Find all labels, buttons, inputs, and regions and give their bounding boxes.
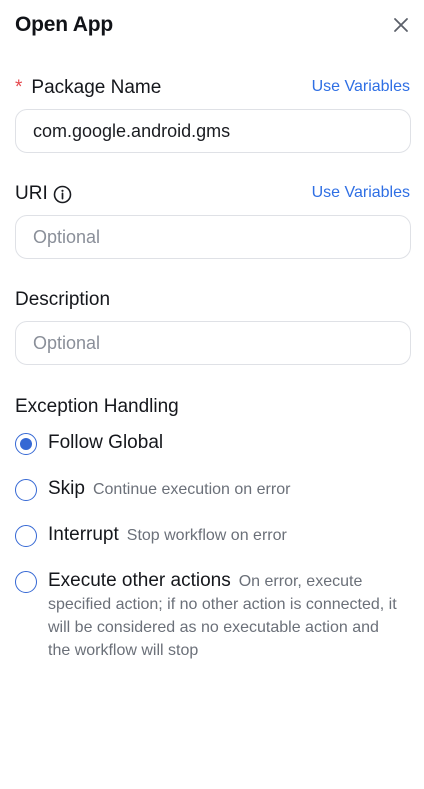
radio-option-interrupt[interactable]: Interrupt Stop workflow on error — [15, 524, 410, 547]
radio-option-skip[interactable]: Skip Continue execution on error — [15, 478, 410, 501]
radio-execute-other[interactable] — [15, 571, 37, 593]
radio-interrupt[interactable] — [15, 525, 37, 547]
exception-handling-section: Exception Handling Follow Global Skip Con… — [15, 395, 410, 662]
radio-option-follow-global[interactable]: Follow Global — [15, 432, 410, 455]
description-input[interactable]: Optional — [15, 321, 411, 365]
package-use-variables-link[interactable]: Use Variables — [312, 78, 410, 96]
package-name-field: * Package Name Use Variables com.google.… — [15, 76, 411, 153]
radio-label-execute-other: Execute other actions — [48, 570, 231, 591]
radio-follow-global[interactable] — [15, 433, 37, 455]
description-label: Description — [15, 289, 111, 310]
radio-selected-dot — [20, 438, 32, 450]
exception-handling-label: Exception Handling — [15, 396, 179, 417]
radio-skip[interactable] — [15, 479, 37, 501]
radio-option-execute-other[interactable]: Execute other actions On error, execute s… — [15, 570, 410, 662]
radio-label-skip: Skip — [48, 478, 85, 499]
radio-desc-execute-other-rest: specified action; if no other action is … — [48, 596, 397, 659]
panel-header: Open App — [15, 0, 410, 52]
package-name-input[interactable]: com.google.android.gms — [15, 109, 411, 153]
uri-label-text: URI — [15, 183, 48, 204]
info-icon[interactable] — [53, 185, 72, 204]
panel-title: Open App — [15, 13, 113, 36]
radio-desc-skip: Continue execution on error — [92, 481, 291, 498]
uri-label: URI — [15, 183, 72, 205]
close-button[interactable] — [389, 13, 413, 37]
required-mark: * — [15, 77, 23, 98]
radio-label-interrupt: Interrupt — [48, 524, 119, 545]
uri-input[interactable]: Optional — [15, 215, 411, 259]
radio-desc-interrupt: Stop workflow on error — [126, 527, 287, 544]
package-name-label: * Package Name — [15, 77, 161, 99]
close-icon — [394, 18, 408, 32]
radio-desc-execute-other-first: On error, execute — [238, 573, 363, 590]
package-name-label-text: Package Name — [31, 77, 162, 98]
uri-field: URI Use Variables Optional — [15, 182, 411, 259]
radio-label-follow-global: Follow Global — [48, 432, 164, 453]
description-field: Description Optional — [15, 288, 411, 365]
open-app-panel: Open App * Package Name Use Variables co… — [0, 0, 424, 789]
uri-use-variables-link[interactable]: Use Variables — [312, 184, 410, 202]
